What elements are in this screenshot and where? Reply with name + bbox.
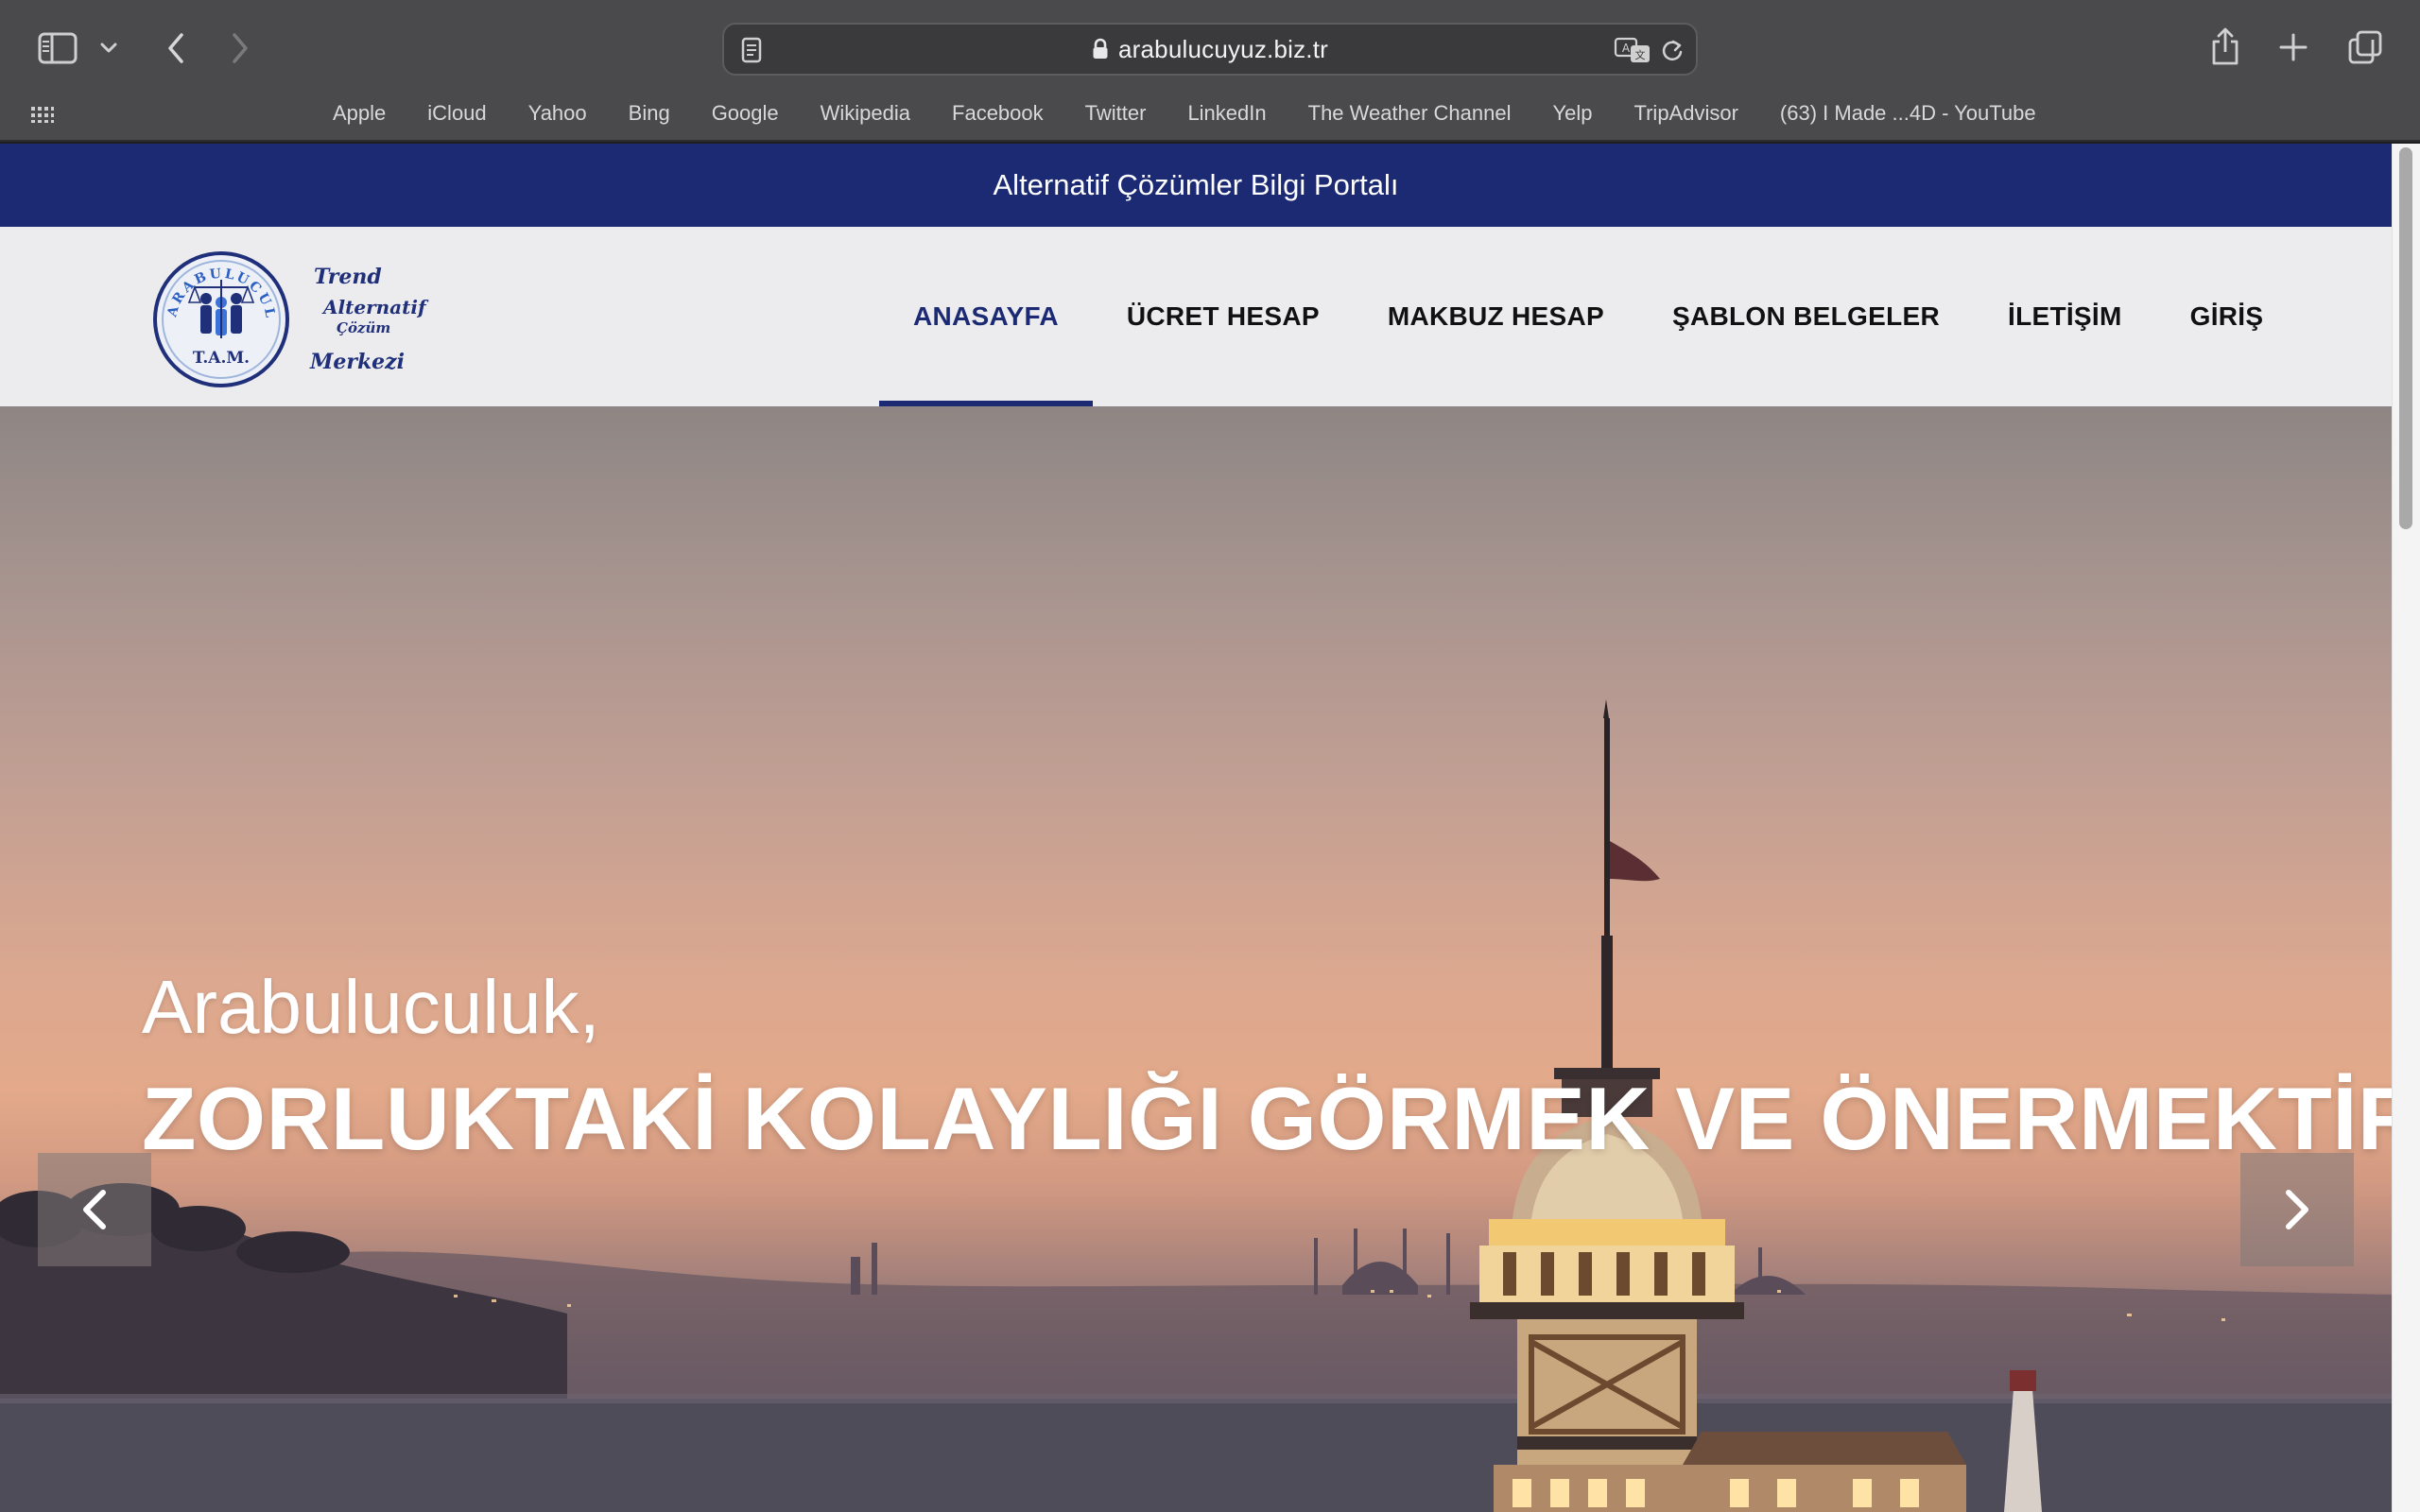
- nav-item-4[interactable]: ŞABLON BELGELER: [1638, 227, 1974, 406]
- favorite-link[interactable]: Wikipedia: [800, 101, 931, 126]
- favorites-list: Apple iCloud Yahoo Bing Google Wikipedia Faceb…: [312, 94, 2057, 132]
- favorite-link[interactable]: The Weather Channel: [1288, 101, 1532, 126]
- tabs-icon: [2348, 30, 2382, 64]
- share-button[interactable]: [2206, 25, 2244, 68]
- translate-icon: A文: [1614, 37, 1650, 62]
- logo-script-line2: Alternatif: [321, 296, 429, 318]
- url-text[interactable]: arabulucuyuz.biz.tr: [1118, 35, 1328, 64]
- reload-icon: [1662, 40, 1683, 60]
- slider-next-button[interactable]: [2240, 1153, 2354, 1266]
- sidebar-toggle-button[interactable]: [36, 28, 79, 68]
- favorite-link[interactable]: Yahoo: [508, 101, 608, 126]
- logo-abbr: T.A.M.: [193, 349, 250, 368]
- favorite-link[interactable]: Yelp: [1531, 101, 1613, 126]
- favorite-link[interactable]: Apple: [312, 101, 406, 126]
- plus-icon: [2279, 33, 2308, 61]
- hero-slider: Arabuluculuk, ZORLUKTAKİ KOLAYLIĞI GÖRME…: [0, 406, 2392, 1512]
- translate-button[interactable]: A文: [1613, 34, 1652, 66]
- back-button[interactable]: [157, 28, 195, 68]
- hero-background-image: [0, 699, 2392, 1512]
- scrollbar-thumb[interactable]: [2399, 147, 2412, 529]
- favorites-bar: Apple iCloud Yahoo Bing Google Wikipedia Faceb…: [0, 94, 2420, 132]
- nav-item-3[interactable]: MAKBUZ HESAP: [1354, 227, 1638, 406]
- logo-script-line4: Merkezi: [309, 350, 405, 374]
- favorite-link[interactable]: LinkedIn: [1167, 101, 1287, 126]
- logo-script-line3: Çözüm: [337, 319, 390, 336]
- top-bar-text: Alternatif Çözümler Bilgi Portalı: [993, 168, 1399, 201]
- favorite-link[interactable]: TripAdvisor: [1613, 101, 1758, 126]
- nav-item-1[interactable]: ANASAYFA: [879, 227, 1093, 406]
- web-page: Alternatif Çözümler Bilgi Portalı ARABUL…: [0, 144, 2392, 1512]
- slider-prev-button[interactable]: [38, 1153, 151, 1266]
- forward-button[interactable]: [221, 28, 259, 68]
- hero-subtitle: Arabuluculuk,: [142, 965, 600, 1049]
- sidebar-menu-chevron-button[interactable]: [96, 36, 121, 60]
- chevron-down-icon: [100, 43, 117, 53]
- new-tab-button[interactable]: [2276, 30, 2310, 64]
- svg-text:文: 文: [1635, 48, 1646, 61]
- nav-item-2[interactable]: ÜCRET HESAP: [1093, 227, 1354, 406]
- tab-overview-button[interactable]: [2346, 28, 2384, 66]
- main-nav: ANASAYFA ÜCRET HESAP MAKBUZ HESAP ŞABLON BE…: [879, 227, 2297, 406]
- favorite-link[interactable]: (63) I Made ...4D - YouTube: [1759, 101, 2057, 126]
- share-icon: [2212, 27, 2238, 65]
- nav-item-6[interactable]: GİRİŞ: [2156, 227, 2298, 406]
- nav-item-5[interactable]: İLETİŞİM: [1974, 227, 2156, 406]
- top-info-bar: Alternatif Çözümler Bilgi Portalı: [0, 144, 2392, 227]
- favorites-grid-button[interactable]: [28, 102, 57, 127]
- favorite-link[interactable]: Facebook: [931, 101, 1064, 126]
- grid-icon: [31, 107, 54, 123]
- site-logo[interactable]: ARABULUCULUK T.A.M. Trend Alternatif Çö: [140, 234, 431, 389]
- hero-title: ZORLUKTAKİ KOLAYLIĞI GÖRMEK VE ÖNERMEKTİ…: [142, 1069, 2392, 1168]
- favorite-link[interactable]: Twitter: [1064, 101, 1167, 126]
- reload-button[interactable]: [1658, 36, 1686, 64]
- logo-script-line1: Trend: [314, 265, 382, 289]
- lock-icon: [1092, 38, 1109, 60]
- svg-text:A: A: [1622, 42, 1631, 55]
- sidebar-icon: [38, 32, 78, 64]
- page-scrollbar[interactable]: [2392, 144, 2420, 1512]
- site-header: ARABULUCULUK T.A.M. Trend Alternatif Çö: [0, 227, 2392, 406]
- chevron-right-icon: [233, 33, 248, 63]
- address-bar[interactable]: arabulucuyuz.biz.tr A文: [722, 23, 1698, 76]
- chevron-left-icon: [83, 1190, 106, 1229]
- chevron-left-icon: [168, 33, 183, 63]
- favorite-link[interactable]: iCloud: [406, 101, 507, 126]
- favorite-link[interactable]: Google: [691, 101, 800, 126]
- chevron-right-icon: [2286, 1190, 2308, 1229]
- favorite-link[interactable]: Bing: [608, 101, 691, 126]
- browser-toolbar: arabulucuyuz.biz.tr A文 Apple iCloud Yahoo B…: [0, 0, 2420, 142]
